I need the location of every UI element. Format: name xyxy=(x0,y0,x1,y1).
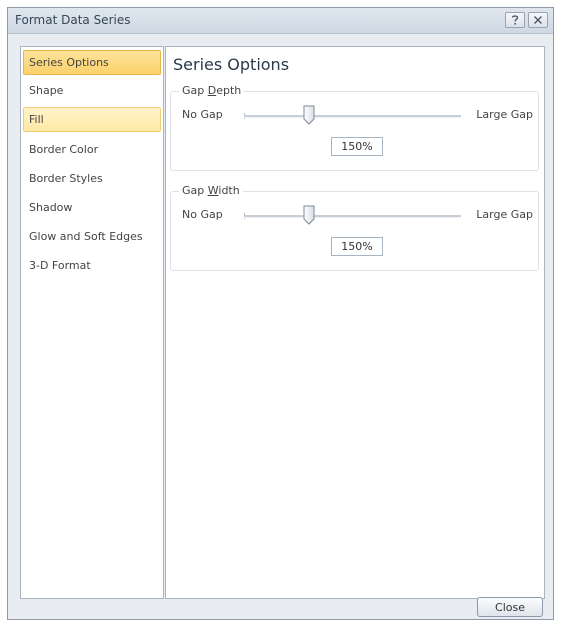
gap-width-min-label: No Gap xyxy=(182,208,223,221)
gap-width-slider-track[interactable] xyxy=(244,215,461,218)
label-mnemonic: W xyxy=(207,184,219,197)
gap-width-group: Gap Width No Gap Large Gap 150% xyxy=(170,184,539,271)
sidebar-item-glow-soft-edges[interactable]: Glow and Soft Edges xyxy=(23,224,161,249)
help-button[interactable] xyxy=(505,12,525,28)
close-x-icon xyxy=(534,16,542,24)
panel-title: Series Options xyxy=(173,55,290,74)
sidebar-item-label: Border Color xyxy=(29,143,99,156)
sidebar-item-3d-format[interactable]: 3-D Format xyxy=(23,253,161,278)
gap-width-max-label: Large Gap xyxy=(476,208,533,221)
series-options-panel: Series Options Gap Depth No Gap Large Ga… xyxy=(165,46,545,599)
gap-depth-slider-thumb[interactable] xyxy=(303,105,315,125)
gap-depth-label: Gap Depth xyxy=(179,84,245,97)
label-mnemonic: D xyxy=(207,84,217,97)
gap-depth-slider-track[interactable] xyxy=(244,115,461,118)
label-part: epth xyxy=(216,84,242,97)
sidebar-item-border-color[interactable]: Border Color xyxy=(23,137,161,162)
category-sidebar: Series Options Shape Fill Border Color B… xyxy=(20,46,164,599)
question-mark-icon xyxy=(511,15,519,25)
sidebar-item-label: Shadow xyxy=(29,201,73,214)
label-part: Gap xyxy=(182,184,208,197)
sidebar-item-label: Border Styles xyxy=(29,172,103,185)
format-data-series-dialog: Format Data Series Series Options Shape … xyxy=(7,7,554,620)
sidebar-item-label: 3-D Format xyxy=(29,259,91,272)
gap-depth-max-label: Large Gap xyxy=(476,108,533,121)
sidebar-item-label: Shape xyxy=(29,84,64,97)
sidebar-item-border-styles[interactable]: Border Styles xyxy=(23,166,161,191)
close-window-button[interactable] xyxy=(528,12,548,28)
gap-depth-group: Gap Depth No Gap Large Gap 150% xyxy=(170,84,539,171)
sidebar-item-shadow[interactable]: Shadow xyxy=(23,195,161,220)
gap-depth-min-label: No Gap xyxy=(182,108,223,121)
close-button[interactable]: Close xyxy=(477,597,543,617)
gap-width-label: Gap Width xyxy=(179,184,243,197)
sidebar-item-fill[interactable]: Fill xyxy=(23,107,161,132)
sidebar-item-shape[interactable]: Shape xyxy=(23,78,161,103)
gap-depth-value-field[interactable]: 150% xyxy=(331,137,383,156)
window-title: Format Data Series xyxy=(15,13,131,27)
sidebar-item-label: Fill xyxy=(29,113,44,126)
gap-width-slider-thumb[interactable] xyxy=(303,205,315,225)
sidebar-item-series-options[interactable]: Series Options xyxy=(23,50,161,75)
title-bar[interactable]: Format Data Series xyxy=(8,8,553,34)
label-part: idth xyxy=(218,184,240,197)
gap-width-value-field[interactable]: 150% xyxy=(331,237,383,256)
label-part: Gap xyxy=(182,84,208,97)
sidebar-item-label: Glow and Soft Edges xyxy=(29,230,143,243)
sidebar-item-label: Series Options xyxy=(29,56,109,69)
